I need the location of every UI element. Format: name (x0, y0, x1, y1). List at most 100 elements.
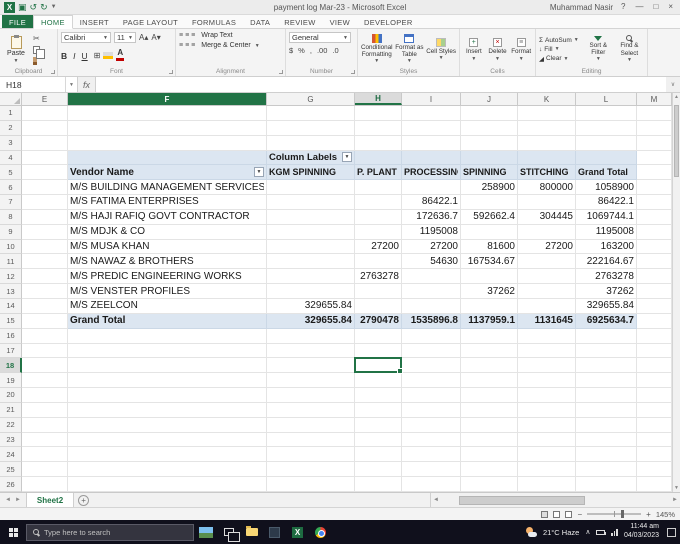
cell-F2[interactable] (68, 120, 267, 136)
scroll-down-icon[interactable]: ▼ (673, 484, 680, 492)
cell-L4[interactable] (576, 150, 637, 166)
cell-H25[interactable] (355, 462, 402, 478)
cell-J7[interactable] (461, 195, 518, 210)
cell-M6[interactable] (637, 180, 672, 196)
cell-G20[interactable] (267, 388, 355, 403)
row-header-5[interactable]: 5 (0, 165, 22, 181)
cell-L1[interactable] (576, 106, 637, 121)
cell-M22[interactable] (637, 417, 672, 433)
decrease-decimal-icon[interactable]: .0 (332, 46, 338, 55)
format-cells-button[interactable]: ≡ Format ▼ (510, 37, 532, 62)
cell-K3[interactable] (518, 135, 576, 151)
cell-E21[interactable] (22, 402, 68, 418)
cell-E16[interactable] (22, 328, 68, 344)
cell-J4[interactable] (461, 150, 518, 166)
cell-L19[interactable] (576, 373, 637, 389)
cell-M5[interactable] (637, 165, 672, 181)
insert-cells-button[interactable]: + Insert ▼ (463, 37, 485, 62)
zoom-slider[interactable] (587, 510, 642, 518)
zoom-slider-thumb[interactable] (620, 510, 624, 518)
number-dialog-launcher-icon[interactable] (351, 70, 355, 74)
column-header-M[interactable]: M (637, 93, 672, 105)
cell-G3[interactable] (267, 135, 355, 151)
sheet-nav-left-icon[interactable]: ◄ (5, 497, 11, 503)
cell-I23[interactable] (402, 432, 461, 448)
cell-H17[interactable] (355, 343, 402, 359)
cell-L18[interactable] (576, 358, 637, 374)
cell-G2[interactable] (267, 120, 355, 136)
cell-M26[interactable] (637, 477, 672, 492)
weather-icon[interactable] (525, 527, 537, 537)
cell-F8[interactable]: M/S HAJI RAFIQ GOVT CONTRACTOR (68, 209, 267, 225)
borders-icon[interactable]: ⊞ (94, 51, 101, 60)
cell-E15[interactable] (22, 313, 68, 329)
cell-M11[interactable] (637, 254, 672, 270)
row-header-13[interactable]: 13 (0, 284, 22, 299)
cell-M14[interactable] (637, 298, 672, 314)
cell-E4[interactable] (22, 150, 68, 166)
battery-icon[interactable] (596, 529, 607, 535)
cell-G23[interactable] (267, 432, 355, 448)
cell-K4[interactable] (518, 150, 576, 166)
cell-G12[interactable] (267, 269, 355, 285)
cell-M8[interactable] (637, 209, 672, 225)
cell-K15[interactable]: 1131645 (518, 313, 576, 329)
row-header-6[interactable]: 6 (0, 180, 22, 196)
fill-color-icon[interactable] (103, 51, 114, 59)
cell-E11[interactable] (22, 254, 68, 270)
cell-I19[interactable] (402, 373, 461, 389)
cell-H26[interactable] (355, 477, 402, 492)
cell-K17[interactable] (518, 343, 576, 359)
cell-J15[interactable]: 1137959.1 (461, 313, 518, 329)
font-size-select[interactable]: 11 ▼ (114, 32, 136, 43)
cell-G5[interactable]: KGM SPINNING (267, 165, 355, 181)
wrap-text-button[interactable]: Wrap Text (201, 32, 232, 39)
cell-L9[interactable]: 1195008 (576, 224, 637, 240)
cell-I12[interactable] (402, 269, 461, 285)
cell-F4[interactable] (68, 150, 267, 166)
weather-text[interactable]: 21°C Haze (543, 528, 579, 537)
cell-J11[interactable]: 167534.67 (461, 254, 518, 270)
cell-J22[interactable] (461, 417, 518, 433)
cell-J8[interactable]: 592662.4 (461, 209, 518, 225)
cell-L11[interactable]: 222164.67 (576, 254, 637, 270)
cell-I18[interactable] (402, 358, 461, 374)
cell-J26[interactable] (461, 477, 518, 492)
cell-styles-button[interactable]: Cell Styles ▼ (426, 37, 456, 62)
cell-J14[interactable] (461, 298, 518, 314)
cell-K22[interactable] (518, 417, 576, 433)
font-color-icon[interactable]: A (116, 48, 125, 61)
cell-H7[interactable] (355, 195, 402, 210)
cell-G24[interactable] (267, 447, 355, 463)
row-header-16[interactable]: 16 (0, 328, 22, 344)
cell-F16[interactable] (68, 328, 267, 344)
cell-F10[interactable]: M/S MUSA KHAN (68, 239, 267, 255)
formula-input[interactable] (96, 77, 666, 92)
cell-K18[interactable] (518, 358, 576, 374)
cell-K8[interactable]: 304445 (518, 209, 576, 225)
accounting-format-icon[interactable]: $ (289, 46, 293, 55)
column-header-H[interactable]: H (355, 93, 402, 105)
cell-J19[interactable] (461, 373, 518, 389)
cell-M10[interactable] (637, 239, 672, 255)
font-dialog-launcher-icon[interactable] (169, 70, 173, 74)
cell-L12[interactable]: 2763278 (576, 269, 637, 285)
cell-H13[interactable] (355, 284, 402, 299)
cell-H5[interactable]: P. PLANT (355, 165, 402, 181)
cell-G9[interactable] (267, 224, 355, 240)
cell-M15[interactable] (637, 313, 672, 329)
cell-J23[interactable] (461, 432, 518, 448)
cell-L8[interactable]: 1069744.1 (576, 209, 637, 225)
cell-G10[interactable] (267, 239, 355, 255)
cell-I1[interactable] (402, 106, 461, 121)
cell-E8[interactable] (22, 209, 68, 225)
cell-G8[interactable] (267, 209, 355, 225)
close-button[interactable]: × (666, 3, 675, 11)
cell-I24[interactable] (402, 447, 461, 463)
cell-J2[interactable] (461, 120, 518, 136)
ribbon-tab-file[interactable]: FILE (2, 15, 34, 28)
cell-G17[interactable] (267, 343, 355, 359)
row-header-21[interactable]: 21 (0, 402, 22, 418)
italic-icon[interactable]: I (73, 46, 78, 64)
cell-E22[interactable] (22, 417, 68, 433)
